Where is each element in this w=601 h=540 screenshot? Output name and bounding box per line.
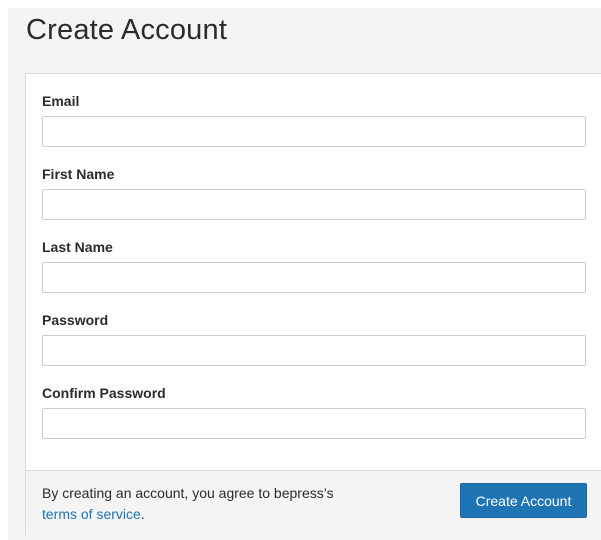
password-label: Password bbox=[42, 312, 109, 328]
confirm-password-label: Confirm Password bbox=[42, 385, 166, 401]
form-body: Email First Name Last Name Password Conf… bbox=[26, 74, 601, 471]
password-field-group: Password bbox=[42, 311, 586, 366]
first-name-input[interactable] bbox=[42, 189, 586, 220]
terms-suffix: . bbox=[140, 506, 145, 522]
last-name-input[interactable] bbox=[42, 262, 586, 293]
terms-prefix: By creating an account, you agree to bep… bbox=[42, 485, 334, 501]
form-footer: By creating an account, you agree to bep… bbox=[26, 470, 601, 535]
create-account-form: Email First Name Last Name Password Conf… bbox=[25, 73, 601, 535]
password-input[interactable] bbox=[42, 335, 586, 366]
email-field-group: Email bbox=[42, 92, 586, 147]
email-input[interactable] bbox=[42, 116, 586, 147]
create-account-button[interactable]: Create Account bbox=[460, 483, 587, 518]
first-name-label: First Name bbox=[42, 166, 115, 182]
first-name-field-group: First Name bbox=[42, 165, 586, 220]
last-name-field-group: Last Name bbox=[42, 238, 586, 293]
confirm-password-input[interactable] bbox=[42, 408, 586, 439]
create-account-page: Create Account Email First Name Last Nam… bbox=[0, 0, 601, 540]
page-title: Create Account bbox=[26, 14, 228, 46]
terms-of-service-link[interactable]: terms of service bbox=[42, 506, 141, 522]
confirm-password-field-group: Confirm Password bbox=[42, 384, 586, 439]
terms-notice: By creating an account, you agree to bep… bbox=[42, 483, 342, 525]
last-name-label: Last Name bbox=[42, 239, 113, 255]
email-label: Email bbox=[42, 93, 80, 109]
